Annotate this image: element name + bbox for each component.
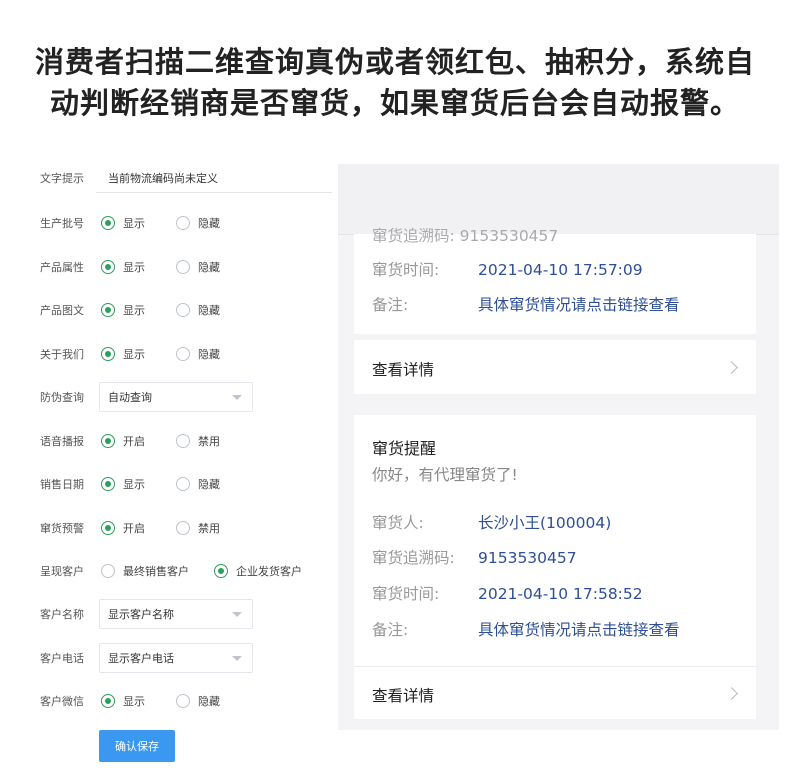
radio-hide[interactable]: 隐藏: [176, 302, 220, 318]
radio-hide[interactable]: 隐藏: [176, 259, 220, 275]
row-label: 客户电话: [40, 652, 84, 665]
radio-unchecked-icon: [176, 521, 190, 535]
row-graphics: 产品图文 显示 隐藏: [16, 295, 246, 325]
row-label: 销售日期: [40, 478, 84, 491]
radio-checked-icon: [101, 303, 115, 317]
row-label: 客户微信: [40, 695, 84, 708]
radio-final-customer[interactable]: 最终销售客户: [101, 563, 189, 579]
radio-shipping-customer[interactable]: 企业发货客户: [214, 563, 302, 579]
customer-phone-select[interactable]: 显示客户电话: [99, 643, 253, 673]
view-details-link[interactable]: 查看详情: [372, 358, 434, 380]
radio-unchecked-icon: [176, 303, 190, 317]
notification-card: 窜货追溯码: 9153530457 窜货时间: 2021-04-10 17:57:…: [354, 227, 756, 334]
trace-code-row: 窜货追溯码: 9153530457: [372, 549, 577, 567]
diverter-row: 窜货人: 长沙小王(100004): [372, 514, 612, 532]
row-customer-name: 客户名称 显示客户名称: [16, 599, 253, 629]
view-details-link[interactable]: 查看详情: [372, 684, 434, 706]
diversion-time-row: 窜货时间: 2021-04-10 17:57:09: [372, 261, 643, 279]
radio-checked-icon: [101, 477, 115, 491]
trace-code-row-cut: 窜货追溯码: 9153530457: [372, 227, 559, 245]
text-prompt-input[interactable]: 当前物流编码尚未定义: [96, 163, 332, 193]
radio-checked-icon: [101, 347, 115, 361]
row-label: 窜货预警: [40, 522, 84, 535]
radio-unchecked-icon: [176, 260, 190, 274]
radio-disable[interactable]: 禁用: [176, 433, 220, 449]
radio-checked-icon: [101, 260, 115, 274]
radio-unchecked-icon: [101, 564, 115, 578]
notification-panel: 窜货追溯码: 9153530457 窜货时间: 2021-04-10 17:57:…: [338, 164, 779, 730]
radio-unchecked-icon: [176, 694, 190, 708]
radio-show[interactable]: 显示: [101, 215, 145, 231]
radio-unchecked-icon: [176, 477, 190, 491]
row-label: 客户名称: [40, 608, 84, 621]
caret-down-icon: [232, 655, 242, 661]
view-details-row[interactable]: 查看详情: [354, 340, 756, 394]
radio-enable[interactable]: 开启: [101, 433, 145, 449]
row-label: 关于我们: [40, 348, 84, 361]
row-label: 呈现客户: [40, 565, 84, 578]
headline-line-2: 动判断经销商是否窜货，如果窜货后台会自动报警。: [49, 86, 740, 120]
row-diversion-alert: 窜货预警 开启 禁用: [16, 513, 246, 543]
chevron-right-icon: [725, 687, 738, 700]
row-text-prompt: 文字提示 当前物流编码尚未定义: [16, 163, 332, 193]
view-details-row[interactable]: 查看详情: [354, 666, 756, 719]
radio-unchecked-icon: [176, 216, 190, 230]
row-anti-fake: 防伪查询 自动查询: [16, 382, 253, 412]
save-button[interactable]: 确认保存: [99, 730, 175, 762]
chevron-right-icon: [725, 361, 738, 374]
customer-name-select[interactable]: 显示客户名称: [99, 599, 253, 629]
headline-line-1: 消费者扫描二维查询真伪或者领红包、抽积分，系统自: [34, 45, 755, 79]
card-title: 窜货提醒: [372, 439, 437, 458]
radio-hide[interactable]: 隐藏: [176, 476, 220, 492]
radio-hide[interactable]: 隐藏: [176, 346, 220, 362]
row-customer-wechat: 客户微信 显示 隐藏: [16, 686, 246, 716]
row-customer-phone: 客户电话 显示客户电话: [16, 643, 253, 673]
radio-show[interactable]: 显示: [101, 693, 145, 709]
anti-fake-select[interactable]: 自动查询: [99, 382, 253, 412]
radio-unchecked-icon: [176, 434, 190, 448]
row-label: 文字提示: [40, 172, 84, 185]
row-label: 产品图文: [40, 304, 84, 317]
row-about: 关于我们 显示 隐藏: [16, 339, 246, 369]
diversion-time-row: 窜货时间: 2021-04-10 17:58:52: [372, 585, 643, 603]
row-label: 防伪查询: [40, 391, 84, 404]
card-subtitle: 你好，有代理窜货了!: [372, 466, 518, 484]
radio-show[interactable]: 显示: [101, 476, 145, 492]
row-present-customer: 呈现客户 最终销售客户 企业发货客户: [16, 556, 302, 586]
radio-hide[interactable]: 隐藏: [176, 215, 220, 231]
row-label: 产品属性: [40, 261, 84, 274]
radio-show[interactable]: 显示: [101, 346, 145, 362]
radio-disable[interactable]: 禁用: [176, 520, 220, 536]
radio-hide[interactable]: 隐藏: [176, 693, 220, 709]
headline: 消费者扫描二维查询真伪或者领红包、抽积分，系统自 动判断经销商是否窜货，如果窜货…: [0, 42, 790, 124]
radio-checked-icon: [101, 434, 115, 448]
radio-enable[interactable]: 开启: [101, 520, 145, 536]
radio-checked-icon: [101, 521, 115, 535]
row-label: 语音播报: [40, 435, 84, 448]
notification-card: 窜货提醒 你好，有代理窜货了! 窜货人: 长沙小王(100004) 窜货追溯码: 9…: [354, 415, 756, 666]
note-row: 备注: 具体窜货情况请点击链接查看: [372, 296, 680, 314]
radio-show[interactable]: 显示: [101, 302, 145, 318]
caret-down-icon: [232, 611, 242, 617]
row-voice: 语音播报 开启 禁用: [16, 426, 246, 456]
row-sale-date: 销售日期 显示 隐藏: [16, 469, 246, 499]
radio-show[interactable]: 显示: [101, 259, 145, 275]
radio-unchecked-icon: [176, 347, 190, 361]
note-row: 备注: 具体窜货情况请点击链接查看: [372, 621, 680, 639]
row-label: 生产批号: [40, 217, 84, 230]
radio-checked-icon: [214, 564, 228, 578]
radio-checked-icon: [101, 216, 115, 230]
row-batch: 生产批号 显示 隐藏: [16, 208, 246, 238]
row-attributes: 产品属性 显示 隐藏: [16, 252, 246, 282]
caret-down-icon: [232, 394, 242, 400]
radio-checked-icon: [101, 694, 115, 708]
